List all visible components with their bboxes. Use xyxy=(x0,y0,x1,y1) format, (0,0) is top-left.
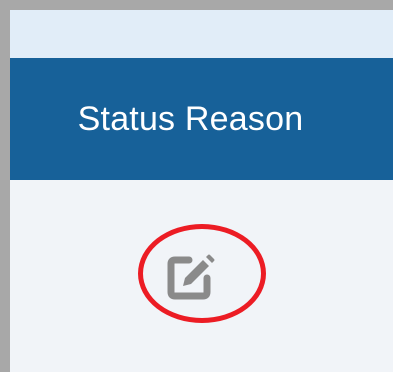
edit-icon xyxy=(167,254,215,300)
header-top-strip xyxy=(10,10,393,58)
column-header-label: Status Reason xyxy=(77,99,304,138)
column-header-status-reason[interactable]: Status Reason xyxy=(10,58,393,180)
edit-button[interactable] xyxy=(153,240,225,312)
